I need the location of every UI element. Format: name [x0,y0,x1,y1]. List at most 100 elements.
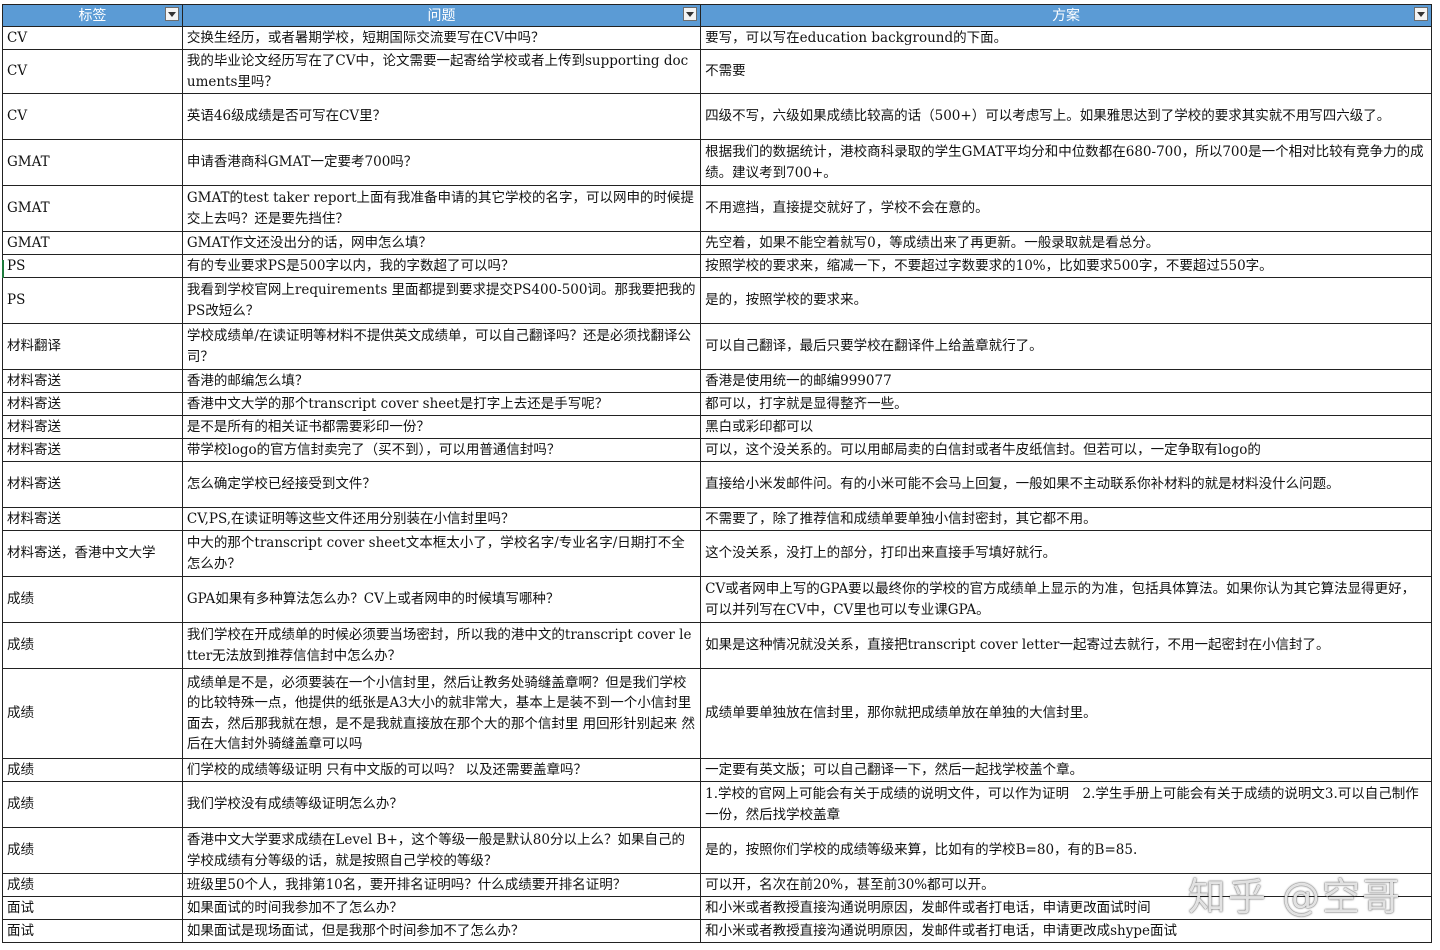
cell-answer[interactable]: 先空着，如果不能空着就写0，等成绩出来了再更新。一般录取就是看总分。 [700,231,1432,255]
header-answer[interactable]: 方案 [700,4,1432,27]
cell-answer[interactable]: 这个没关系，没打上的部分，打印出来直接手写填好就行。 [700,530,1432,577]
filter-dropdown-icon[interactable] [164,7,179,21]
cell-question[interactable]: 怎么确定学校已经接受到文件？ [181,461,702,508]
cell-tag[interactable]: GMAT [2,185,183,232]
cell-answer[interactable]: 可以，这个没关系的。可以用邮局卖的白信封或者牛皮纸信封。但若可以，一定争取有lo… [700,438,1432,462]
cell-tag[interactable]: PS [2,277,183,324]
cell-answer[interactable]: 是的，按照你们学校的成绩等级来算，比如有的学校B=80，有的B=85. [700,827,1432,874]
spreadsheet-table: 标签 问题 方案 CV 交换生经历，或者暑期学校，短期国际交流要写在CV中吗？ 要写… [2,4,1432,943]
cell-tag[interactable]: 面试 [2,919,183,943]
cell-question[interactable]: 我看到学校官网上requirements 里面都提到要求提交PS400-500词… [181,277,702,324]
cell-question[interactable]: 香港中文大学的那个transcript cover sheet是打字上去还是手写… [181,392,702,416]
header-row: 标签 问题 方案 [2,4,1432,27]
table-row: PS 有的专业要求PS是500字以内，我的字数超了可以吗？ 按照学校的要求来，缩减一… [2,254,1432,278]
cell-tag[interactable]: GMAT [2,231,183,255]
cell-tag[interactable]: 成绩 [2,781,183,828]
cell-question[interactable]: 交换生经历，或者暑期学校，短期国际交流要写在CV中吗？ [181,26,702,50]
cell-answer[interactable]: 可以开，名次在前20%，甚至前30%都可以开。 [700,873,1432,897]
header-tag[interactable]: 标签 [2,4,183,27]
cell-tag[interactable]: 材料寄送 [2,438,183,462]
cell-answer[interactable]: 如果是这种情况就没关系，直接把transcript cover letter一起… [700,622,1432,669]
cell-question[interactable]: 成绩单是不是，必须要装在一个小信封里，然后让教务处骑缝盖章啊？但是我们学校的比较… [181,668,702,759]
table-row: 材料寄送，香港中文大学 中大的那个transcript cover sheet文本… [2,530,1432,577]
filter-dropdown-icon[interactable] [683,7,698,21]
cell-tag[interactable]: 成绩 [2,758,183,782]
table-row: 材料寄送 怎么确定学校已经接受到文件？ 直接给小米发邮件问。有的小米可能不会马上回复… [2,461,1432,508]
cell-question[interactable]: CV,PS,在读证明等这些文件还用分别装在小信封里吗？ [181,507,702,531]
cell-tag[interactable]: GMAT [2,139,183,186]
cell-answer[interactable]: 成绩单要单独放在信封里，那你就把成绩单放在单独的大信封里。 [700,668,1432,759]
cell-tag[interactable]: 材料寄送 [2,461,183,508]
header-question[interactable]: 问题 [181,4,702,27]
cell-answer[interactable]: 香港是使用统一的邮编999077 [700,369,1432,393]
cell-question[interactable]: 学校成绩单/在读证明等材料不提供英文成绩单，可以自己翻译吗？还是必须找翻译公司？ [181,323,702,370]
cell-question[interactable]: GPA如果有多种算法怎么办？CV上或者网申的时候填写哪种？ [181,576,702,623]
cell-tag[interactable]: 成绩 [2,622,183,669]
table-row: CV 我的毕业论文经历写在了CV中，论文需要一起寄给学校或者上传到supporti… [2,49,1432,94]
cell-question[interactable]: 我们学校没有成绩等级证明怎么办？ [181,781,702,828]
cell-question[interactable]: 是不是所有的相关证书都需要彩印一份？ [181,415,702,439]
table-row: 材料寄送 带学校logo的官方信封卖完了（买不到），可以用普通信封吗？ 可以，这个没… [2,438,1432,462]
cell-tag[interactable]: 材料寄送 [2,507,183,531]
cell-tag[interactable]: 材料寄送 [2,415,183,439]
cell-answer[interactable]: 直接给小米发邮件问。有的小米可能不会马上回复，一般如果不主动联系你补材料的就是材… [700,461,1432,508]
filter-dropdown-icon[interactable] [1414,7,1428,21]
cell-question[interactable]: 如果面试的时间我参加不了怎么办？ [181,896,702,920]
cell-question[interactable]: GMAT的test taker report上面有我准备申请的其它学校的名字，可… [181,185,702,232]
cell-question[interactable]: 申请香港商科GMAT一定要考700吗？ [181,139,702,186]
cell-tag[interactable]: 材料寄送 [2,369,183,393]
table-row: 材料寄送 香港中文大学的那个transcript cover sheet是打字上去… [2,392,1432,416]
cell-question[interactable]: 如果面试是现场面试，但是我那个时间参加不了怎么办？ [181,919,702,943]
table-row: GMAT GMAT作文还没出分的话，网申怎么填？ 先空着，如果不能空着就写0，等成绩… [2,231,1432,255]
table-row: 成绩 们学校的成绩等级证明 只有中文版的可以吗？ 以及还需要盖章吗？ 一定要有英文版… [2,758,1432,782]
cell-tag[interactable]: 成绩 [2,873,183,897]
table-row: 成绩 GPA如果有多种算法怎么办？CV上或者网申的时候填写哪种？ CV或者网申上写的… [2,576,1432,623]
cell-question[interactable]: 们学校的成绩等级证明 只有中文版的可以吗？ 以及还需要盖章吗？ [181,758,702,782]
cell-answer[interactable]: 按照学校的要求来，缩减一下，不要超过字数要求的10%，比如要求500字，不要超过… [700,254,1432,278]
cell-answer[interactable]: 不用遮挡，直接提交就好了，学校不会在意的。 [700,185,1432,232]
cell-answer[interactable]: 根据我们的数据统计，港校商科录取的学生GMAT平均分和中位数都在680-700，… [700,139,1432,186]
table-row: 成绩 香港中文大学要求成绩在Level B+，这个等级一般是默认80分以上么？如果… [2,827,1432,874]
cell-answer[interactable]: 要写，可以写在education background的下面。 [700,26,1432,50]
cell-question[interactable]: 中大的那个transcript cover sheet文本框太小了，学校名字/专… [181,530,702,577]
header-tag-label: 标签 [78,7,107,24]
cell-answer[interactable]: 不需要了，除了推荐信和成绩单要单独小信封密封，其它都不用。 [700,507,1432,531]
cell-tag[interactable]: CV [2,49,183,94]
cell-answer[interactable]: 不需要 [700,49,1432,94]
cell-answer[interactable]: 和小米或者教授直接沟通说明原因，发邮件或者打电话，申请更改面试时间 [700,896,1432,920]
cell-tag[interactable]: 成绩 [2,576,183,623]
cell-question[interactable]: 我的毕业论文经历写在了CV中，论文需要一起寄给学校或者上传到supporting… [181,49,702,94]
cell-answer[interactable]: 都可以，打字就是显得整齐一些。 [700,392,1432,416]
cell-question[interactable]: 班级里50个人，我排第10名，要开排名证明吗？什么成绩要开排名证明？ [181,873,702,897]
cell-answer[interactable]: 四级不写，六级如果成绩比较高的话（500+）可以考虑写上。如果雅思达到了学校的要… [700,93,1432,140]
cell-tag[interactable]: 材料寄送 [2,392,183,416]
cell-tag[interactable]: CV [2,93,183,140]
cell-question[interactable]: 香港中文大学要求成绩在Level B+，这个等级一般是默认80分以上么？如果自己… [181,827,702,874]
cell-tag[interactable]: 面试 [2,896,183,920]
cell-answer[interactable]: 1.学校的官网上可能会有关于成绩的说明文件，可以作为证明 2.学生手册上可能会有… [700,781,1432,828]
cell-tag[interactable]: CV [2,26,183,50]
cell-tag[interactable]: 成绩 [2,827,183,874]
cell-answer[interactable]: 黑白或彩印都可以 [700,415,1432,439]
cell-answer[interactable]: 可以自己翻译，最后只要学校在翻译件上给盖章就行了。 [700,323,1432,370]
cell-answer[interactable]: 一定要有英文版；可以自己翻译一下，然后一起找学校盖个章。 [700,758,1432,782]
cell-question[interactable]: 英语46级成绩是否可写在CV里？ [181,93,702,140]
cell-question[interactable]: 我们学校在开成绩单的时候必须要当场密封，所以我的港中文的transcript c… [181,622,702,669]
table-row: 材料寄送 香港的邮编怎么填？ 香港是使用统一的邮编999077 [2,369,1432,393]
cell-question[interactable]: GMAT作文还没出分的话，网申怎么填？ [181,231,702,255]
cell-question[interactable]: 香港的邮编怎么填？ [181,369,702,393]
cell-answer[interactable]: 和小米或者教授直接沟通说明原因，发邮件或者打电话，申请更改成shype面试 [700,919,1432,943]
cell-question[interactable]: 有的专业要求PS是500字以内，我的字数超了可以吗？ [181,254,702,278]
table-row: 材料寄送 是不是所有的相关证书都需要彩印一份？ 黑白或彩印都可以 [2,415,1432,439]
cell-tag[interactable]: 材料寄送，香港中文大学 [2,530,183,577]
cell-tag[interactable]: 成绩 [2,668,183,759]
cell-question[interactable]: 带学校logo的官方信封卖完了（买不到），可以用普通信封吗？ [181,438,702,462]
header-question-label: 问题 [427,7,456,24]
table-row: 面试 如果面试的时间我参加不了怎么办？ 和小米或者教授直接沟通说明原因，发邮件或者打… [2,896,1432,920]
cell-tag[interactable]: 材料翻译 [2,323,183,370]
table-row: 成绩 我们学校没有成绩等级证明怎么办？ 1.学校的官网上可能会有关于成绩的说明文件，… [2,781,1432,828]
cell-answer[interactable]: CV或者网申上写的GPA要以最终你的学校的官方成绩单上显示的为准，包括具体算法。… [700,576,1432,623]
cell-tag[interactable]: PS [2,254,183,278]
table-row: 成绩 班级里50个人，我排第10名，要开排名证明吗？什么成绩要开排名证明？ 可以开，… [2,873,1432,897]
cell-answer[interactable]: 是的，按照学校的要求来。 [700,277,1432,324]
